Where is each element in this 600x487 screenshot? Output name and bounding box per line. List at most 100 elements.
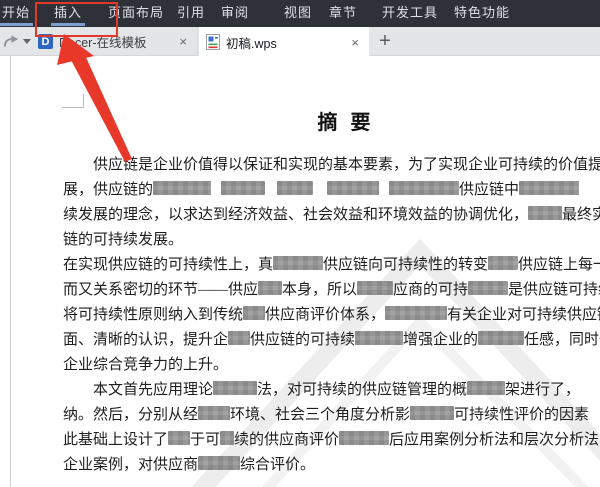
text-run: 有关企业对可持续供应链: [447, 307, 600, 323]
menu-tab-review[interactable]: 审阅: [221, 0, 249, 27]
censored-text: [528, 206, 563, 220]
text-run: 是供应链可持续性: [508, 282, 600, 298]
wps-writer-window: 开始 插入 页面布局 引用 审阅 视图 章节 开发工具 特色功能 D Docer…: [0, 0, 600, 487]
text-run: 供应链的可持续: [250, 332, 356, 348]
censored-text: [198, 406, 231, 420]
menu-tab-page-layout[interactable]: 页面布局: [108, 0, 164, 27]
document-line: 本文首先应用理论 法，对可持续的供应链管理的概 架进行了，: [63, 378, 600, 403]
tab-draft-document[interactable]: 初稿.wps ×: [199, 27, 369, 57]
text-run: 供应链是企业价值得以保证和实现的基本要素，为了实现企业可持续的价值提: [93, 157, 600, 173]
text-run: 增强企业的: [403, 332, 479, 348]
censored-text: [389, 181, 460, 195]
text-run: 纳。然后，分别从经: [63, 407, 199, 423]
text-run: 供应商评价体系，: [265, 307, 386, 323]
text-run: 供应链中: [459, 182, 520, 198]
text-run: 本文首先应用理论: [93, 382, 214, 398]
text-run: 将可持续性原则纳入到传统: [63, 307, 244, 323]
menu-label: 开始: [2, 5, 31, 20]
text-run: 法，对可持续的供应链管理的概: [257, 382, 468, 398]
menu-tab-home[interactable]: 开始: [0, 0, 34, 27]
censored-text: [220, 431, 235, 445]
menu-tab-references[interactable]: 引用: [177, 0, 205, 27]
document-line: 链的可持续发展。: [63, 228, 600, 253]
text-run: 在实现供应链的可持续性上，真: [63, 257, 274, 273]
menu-tab-insert[interactable]: 插入: [51, 0, 86, 27]
text-run: 后应用案例分析法和层次分析法: [389, 432, 600, 448]
menu-tab-view[interactable]: 视图: [284, 0, 312, 27]
text-gap: [379, 193, 389, 194]
docer-logo-icon: D: [38, 34, 53, 49]
document-line: 面、清晰的认识，提升企 供应链的可持续 增强企业的 任感，同时也: [63, 328, 600, 353]
text-run: 此基础上设计了: [63, 432, 169, 448]
censored-text: [488, 256, 519, 270]
text-run: 本身，所以: [282, 282, 358, 298]
tab-label: 初稿.wps: [226, 36, 277, 51]
document-line: 续发展的理念，以求达到经济效益、社会效益和环境效益的协调优化， 最终实: [63, 203, 600, 228]
menu-tab-section[interactable]: 章节: [329, 0, 357, 27]
text-run: 于可: [190, 432, 221, 448]
censored-text: [410, 406, 455, 420]
close-icon[interactable]: ×: [179, 35, 187, 48]
menu-tab-developer[interactable]: 开发工具: [382, 0, 438, 27]
close-icon[interactable]: ×: [351, 36, 359, 49]
text-gap: [211, 193, 221, 194]
censored-text: [168, 431, 191, 445]
redo-arrow-icon[interactable]: [3, 34, 19, 48]
text-run: 供应链上每一: [518, 257, 600, 273]
caret-down-icon[interactable]: [23, 39, 31, 44]
censored-text: [153, 181, 212, 195]
document-line: 此基础上设计了 于可 续的供应商评价 后应用案例分析法和层次分析法: [63, 428, 600, 453]
active-tab-underline: [0, 23, 34, 26]
text-run: 架进行了，: [505, 382, 581, 398]
text-run: 链的可持续发展。: [63, 232, 184, 248]
document-line: 企业综合竞争力的上升。: [63, 353, 600, 378]
text-run: 面、清晰的认识，提升企: [63, 332, 229, 348]
menu-label: 章节: [329, 5, 358, 20]
menu-label: 视图: [284, 5, 313, 20]
document-line: 将可持续性原则纳入到传统 供应商评价体系， 有关企业对可持续供应链: [63, 303, 600, 328]
censored-text: [228, 331, 251, 345]
document-line: 供应链是企业价值得以保证和实现的基本要素，为了实现企业可持续的价值提: [63, 153, 600, 178]
text-run: 企业案例，对供应商: [63, 457, 199, 473]
text-run: 续的供应商评价: [234, 432, 340, 448]
ribbon-menu-bar: 开始 插入 页面布局 引用 审阅 视图 章节 开发工具 特色功能: [0, 0, 600, 27]
text-run: 最终实: [562, 207, 600, 223]
censored-text: [243, 306, 266, 320]
text-gap: [313, 193, 327, 194]
text-run: 续发展的理念，以求达到经济效益、社会效益和环境效益的协调优化，: [63, 207, 529, 223]
censored-text: [258, 281, 283, 295]
document-line: 企业案例，对供应商 综合评价。: [63, 453, 600, 478]
menu-tab-special-features[interactable]: 特色功能: [454, 0, 510, 27]
tab-docer-templates[interactable]: D Docer-在线模板 ×: [34, 27, 198, 56]
document-page[interactable]: 摘 要 供应链是企业价值得以保证和实现的基本要素，为了实现企业可持续的价值提展，…: [0, 56, 600, 487]
text-run: 展，供应链的: [63, 182, 154, 198]
censored-text: [385, 306, 448, 320]
censored-text: [467, 381, 506, 395]
censored-text: [221, 181, 266, 195]
menu-label: 页面布局: [108, 5, 165, 20]
new-tab-button[interactable]: +: [375, 29, 395, 53]
wps-document-icon: [206, 34, 220, 50]
document-line: 纳。然后，分别从经 环境、社会三个角度分析影 可持续性评价的因素: [63, 403, 600, 428]
menu-label: 引用: [177, 5, 206, 20]
document-line: 在实现供应链的可持续性上，真 供应链向可持续性的转变 供应链上每一: [63, 253, 600, 278]
text-run: 应商的可持: [393, 282, 469, 298]
text-run: 环境、社会三个角度分析影: [230, 407, 411, 423]
text-run: 供应链向可持续性的转变: [323, 257, 489, 273]
menu-label: 审阅: [221, 5, 250, 20]
text-run: 企业综合竞争力的上升。: [63, 357, 229, 373]
tab-label: Docer-在线模板: [59, 36, 147, 50]
document-title: 摘 要: [317, 112, 375, 134]
menu-label: 特色功能: [454, 5, 511, 20]
text-gap: [265, 193, 277, 194]
document-line: 而又关系密切的环节——供应 本身，所以 应商的可持 是供应链可持续性: [63, 278, 600, 303]
censored-text: [339, 431, 390, 445]
text-run: 任感，同时也: [524, 332, 600, 348]
text-run: 而又关系密切的环节——供应: [63, 282, 259, 298]
menu-label: 开发工具: [382, 5, 439, 20]
censored-text: [357, 281, 394, 295]
censored-text: [198, 456, 241, 470]
censored-text: [273, 256, 324, 270]
document-tab-bar: D Docer-在线模板 × 初稿.wps × +: [0, 27, 600, 57]
text-run: 可持续性评价的因素: [454, 407, 590, 423]
